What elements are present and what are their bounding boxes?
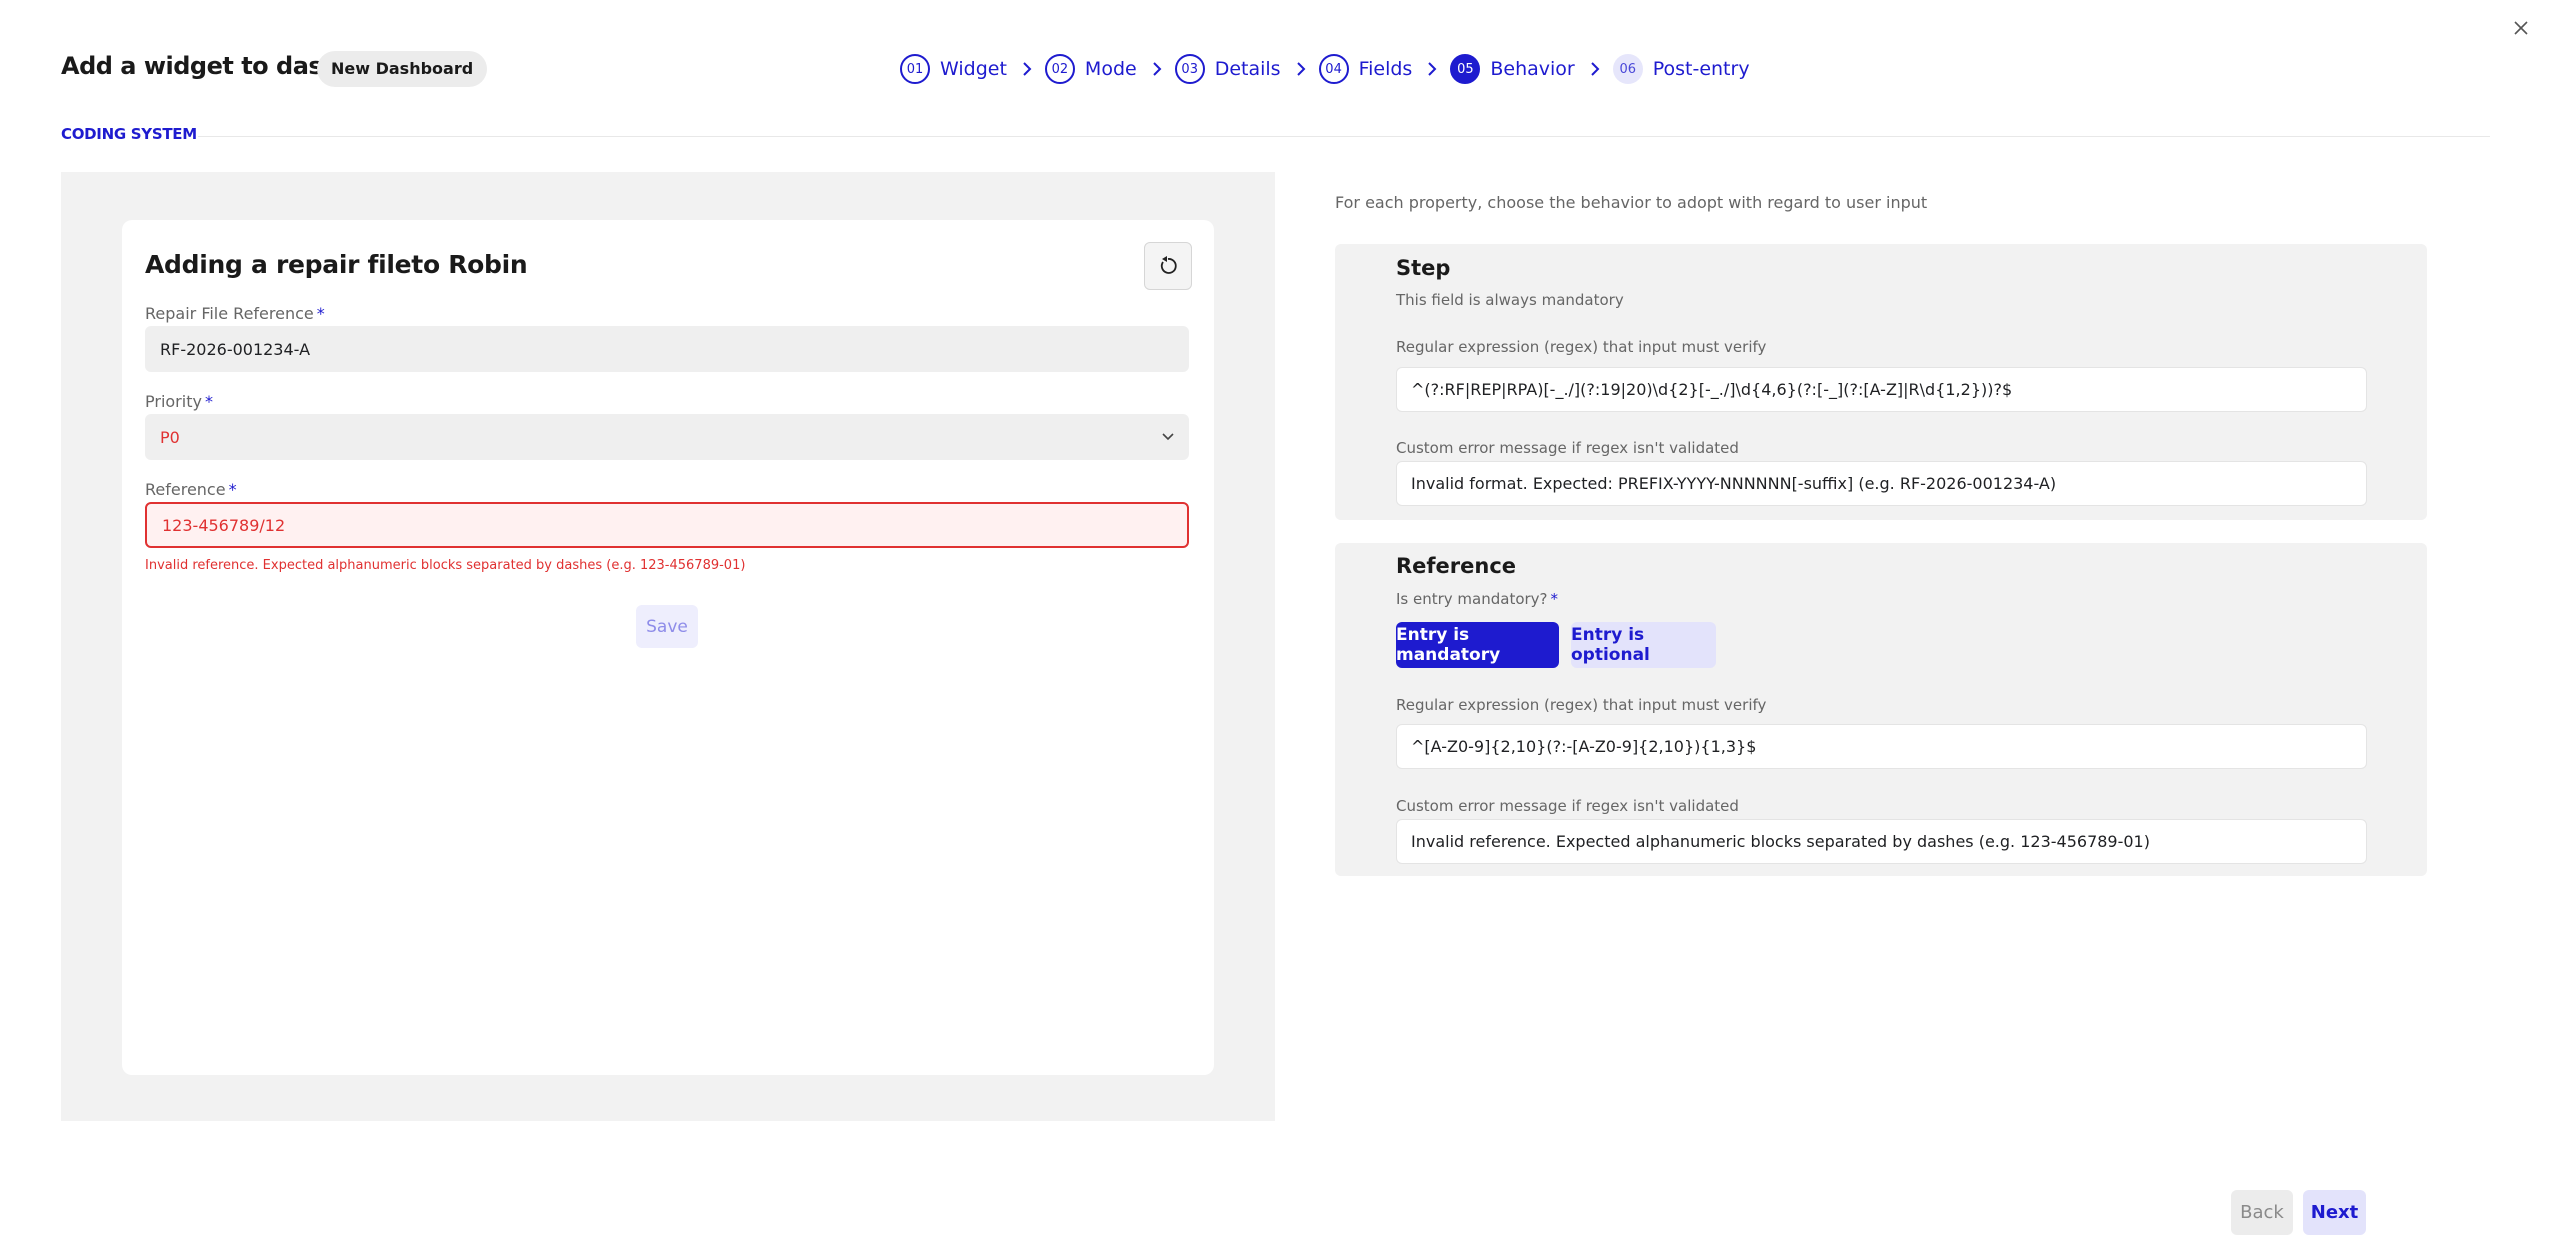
input-value: Invalid format. Expected: PREFIX-YYYY-NN…	[1411, 474, 2057, 493]
step-property-title: Step	[1396, 256, 1451, 280]
label-text: Repair File Reference	[145, 304, 314, 323]
step-number: 02	[1044, 54, 1075, 84]
section-heading: CODING SYSTEM	[61, 125, 197, 143]
required-marker: *	[1550, 590, 1559, 608]
step-error-message-input[interactable]: Invalid format. Expected: PREFIX-YYYY-NN…	[1396, 461, 2367, 506]
close-icon	[2514, 21, 2528, 35]
step-number: 04	[1318, 54, 1349, 84]
step-label: Widget	[940, 58, 1007, 80]
step-label: Post-entry	[1652, 58, 1750, 80]
select-value: P0	[160, 427, 180, 447]
label-text: Reference	[145, 480, 226, 499]
reference-error-label: Custom error message if regex isn't vali…	[1396, 797, 1739, 815]
chevron-right-icon	[1022, 61, 1032, 77]
next-button[interactable]: Next	[2303, 1190, 2366, 1235]
input-value: ^(?:RF|REP|RPA)[-_./](?:19|20)\d{2}[-_./…	[1411, 380, 2013, 399]
required-marker: *	[228, 480, 237, 499]
reset-button[interactable]	[1144, 242, 1192, 290]
step-fields[interactable]: 04 Fields	[1318, 54, 1413, 84]
reference-regex-input[interactable]: ^[A-Z0-9]{2,10}(?:-[A-Z0-9]{2,10}){1,3}$	[1396, 724, 2367, 769]
chevron-down-icon	[1162, 433, 1174, 441]
save-button[interactable]: Save	[636, 605, 698, 648]
chevron-right-icon	[1152, 61, 1162, 77]
reference-error-message: Invalid reference. Expected alphanumeric…	[145, 558, 746, 573]
step-error-label: Custom error message if regex isn't vali…	[1396, 439, 1739, 457]
step-behavior[interactable]: 05 Behavior	[1450, 54, 1575, 84]
step-regex-input[interactable]: ^(?:RF|REP|RPA)[-_./](?:19|20)\d{2}[-_./…	[1396, 367, 2367, 412]
behavior-intro-text: For each property, choose the behavior t…	[1335, 193, 1928, 212]
chevron-right-icon	[1590, 61, 1600, 77]
reference-regex-label: Regular expression (regex) that input mu…	[1396, 696, 1767, 714]
reference-input[interactable]: 123-456789/12	[145, 502, 1189, 548]
step-number: 01	[900, 54, 930, 84]
input-value: Invalid reference. Expected alphanumeric…	[1411, 832, 2150, 851]
step-number: 03	[1174, 54, 1205, 84]
chevron-right-icon	[1427, 61, 1437, 77]
step-label: Fields	[1358, 58, 1413, 80]
priority-select[interactable]: P0	[145, 414, 1189, 460]
divider	[198, 136, 2490, 137]
step-mandatory-note: This field is always mandatory	[1396, 291, 1624, 309]
step-label: Behavior	[1490, 58, 1575, 80]
input-value: RF-2026-001234-A	[160, 339, 311, 359]
input-value: ^[A-Z0-9]{2,10}(?:-[A-Z0-9]{2,10}){1,3}$	[1411, 737, 1757, 756]
input-value: 123-456789/12	[162, 515, 286, 535]
step-mode[interactable]: 02 Mode	[1044, 54, 1137, 84]
step-label: Details	[1214, 58, 1281, 80]
step-number: 06	[1612, 54, 1643, 84]
step-post-entry[interactable]: 06 Post-entry	[1612, 54, 1750, 84]
entry-mandatory-button[interactable]: Entry is mandatory	[1396, 622, 1559, 668]
step-widget[interactable]: 01 Widget	[900, 54, 1007, 84]
repair-ref-input[interactable]: RF-2026-001234-A	[145, 326, 1189, 372]
back-button[interactable]: Back	[2231, 1190, 2293, 1235]
step-label: Mode	[1084, 58, 1137, 80]
refresh-icon	[1160, 256, 1177, 274]
label-text: Priority	[145, 392, 202, 411]
required-marker: *	[204, 392, 213, 411]
dashboard-name-badge: New Dashboard	[317, 51, 488, 87]
reference-label: Reference *	[145, 480, 237, 499]
required-marker: *	[316, 304, 325, 323]
form-title: Adding a repair fileto Robin	[145, 250, 528, 279]
label-text: Is entry mandatory?	[1396, 590, 1548, 608]
chevron-right-icon	[1296, 61, 1306, 77]
reference-property-title: Reference	[1396, 554, 1517, 578]
repair-ref-label: Repair File Reference *	[145, 304, 325, 323]
step-regex-label: Regular expression (regex) that input mu…	[1396, 338, 1767, 356]
step-number: 05	[1450, 54, 1481, 84]
wizard-stepper: 01 Widget 02 Mode 03 Details 04 Fields 0…	[900, 52, 1750, 86]
mandatory-question-label: Is entry mandatory? *	[1396, 590, 1558, 608]
step-details[interactable]: 03 Details	[1174, 54, 1281, 84]
reference-error-message-input[interactable]: Invalid reference. Expected alphanumeric…	[1396, 819, 2367, 864]
close-button[interactable]	[2507, 14, 2535, 42]
priority-label: Priority *	[145, 392, 213, 411]
entry-optional-button[interactable]: Entry is optional	[1571, 622, 1716, 668]
